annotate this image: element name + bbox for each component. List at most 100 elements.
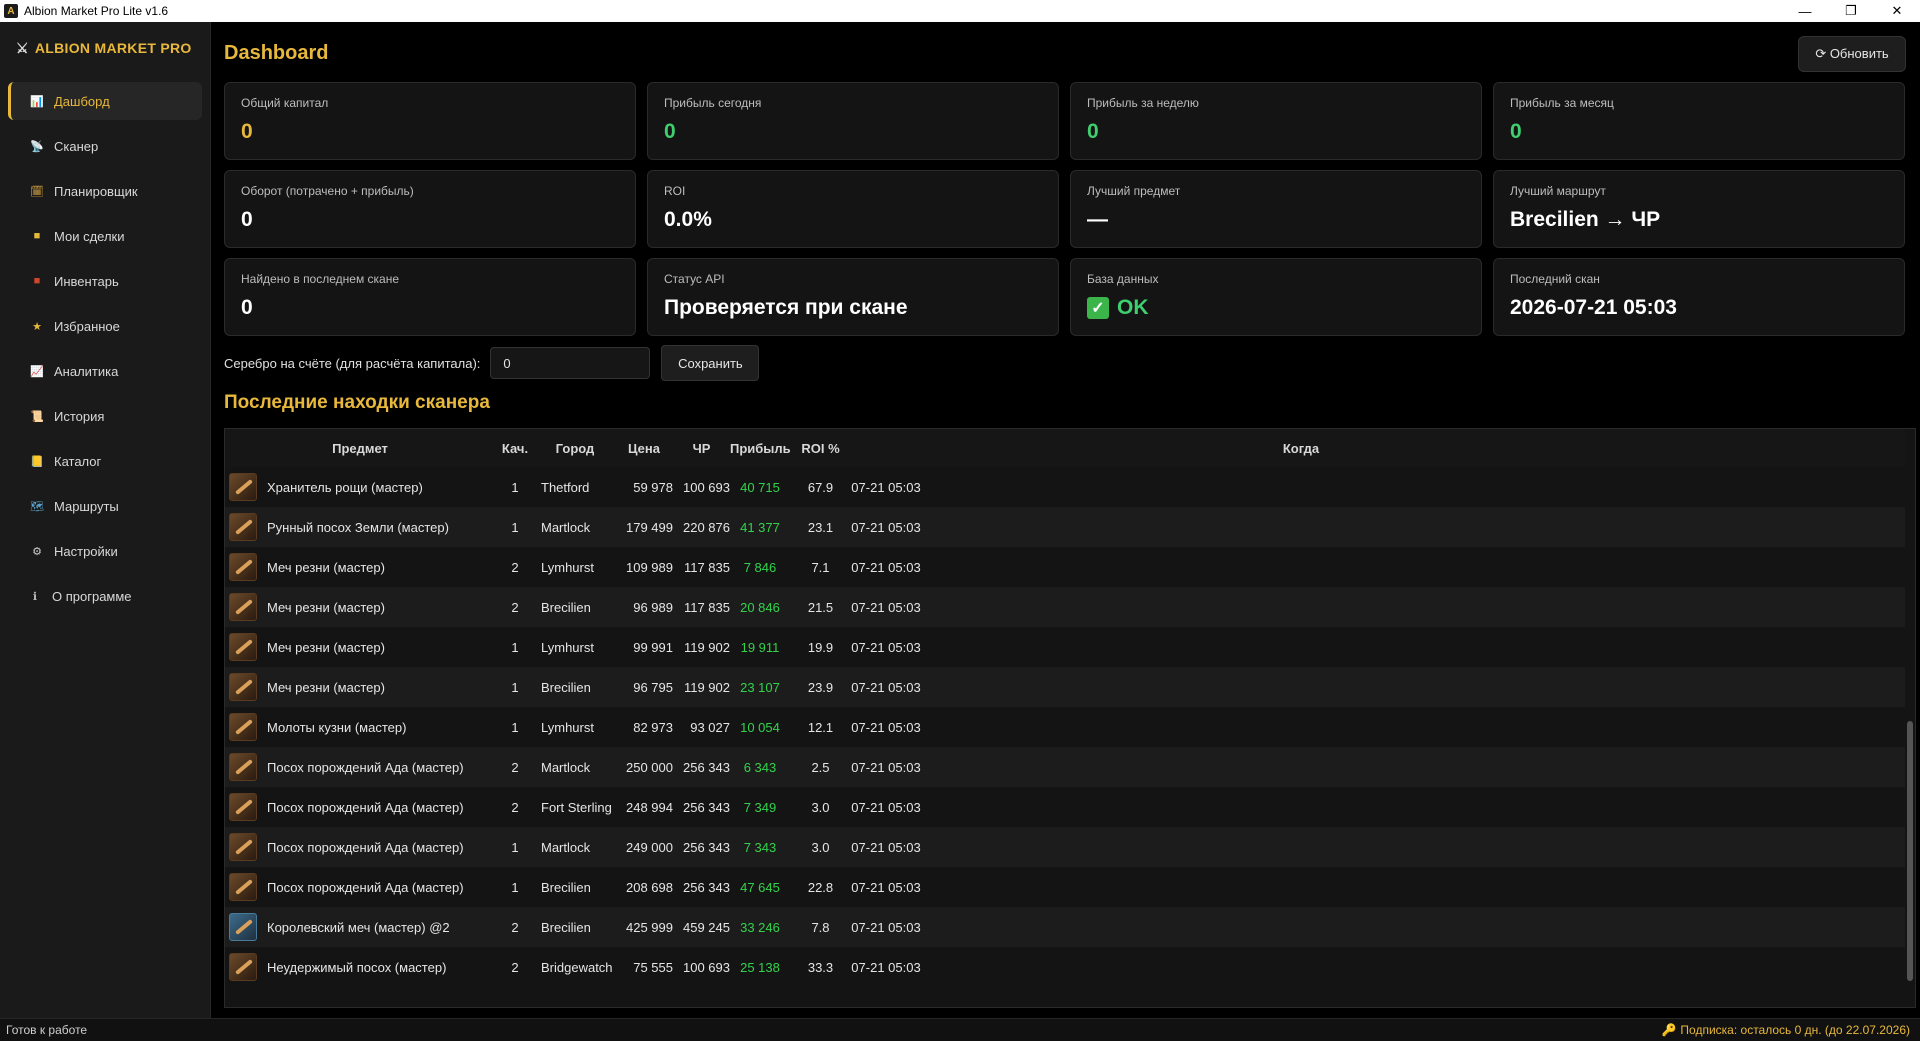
sidebar-item-history[interactable]: 📜 История: [8, 397, 202, 435]
column-header-price[interactable]: Цена: [615, 441, 673, 456]
cell-quality: 1: [511, 519, 519, 535]
cell-when: 07-21 05:03: [851, 719, 921, 735]
table-scrollbar[interactable]: [1905, 429, 1915, 1007]
save-button[interactable]: Сохранить: [661, 345, 760, 381]
stat-card-value: 0: [241, 296, 619, 320]
maximize-button[interactable]: ❐: [1828, 0, 1874, 22]
analytics-icon: 📈: [30, 365, 44, 378]
cell-profit: 41 377: [740, 519, 780, 535]
table-row[interactable]: Меч резни (мастер) 1 Brecilien 96 795 119 90…: [225, 667, 1915, 707]
column-header-profit[interactable]: Прибыль: [730, 441, 791, 456]
sidebar-item-analytics[interactable]: 📈 Аналитика: [8, 352, 202, 390]
window-title: Albion Market Pro Lite v1.6: [24, 4, 169, 18]
sidebar-item-label: Инвентарь: [54, 273, 119, 289]
favorites-icon: ★: [32, 320, 42, 333]
table-row[interactable]: Меч резни (мастер) 1 Lymhurst 99 991 119 902…: [225, 627, 1915, 667]
cell-black-market-price: 256 343: [683, 759, 730, 775]
stat-card-value-text: 0: [241, 208, 253, 231]
sidebar-item-label: Каталог: [54, 453, 102, 469]
brand-label: ALBION MARKET PRO: [34, 40, 192, 56]
table-row[interactable]: Посох порождений Ада (мастер) 1 Brecilien 2…: [225, 867, 1915, 907]
sidebar-item-catalog[interactable]: 📒 Каталог: [8, 442, 202, 480]
sidebar-item-label: Настройки: [54, 543, 118, 559]
stat-card: Статус API Проверяется при скане: [647, 258, 1059, 336]
table-row[interactable]: Королевский меч (мастер) @2 2 Brecilien 425…: [225, 907, 1915, 947]
cell-item-name: Королевский меч (мастер) @2: [225, 913, 495, 941]
column-header-item[interactable]: Предмет: [225, 441, 495, 456]
cell-price: 249 000: [626, 839, 673, 855]
cell-item-name: Меч резни (мастер): [225, 673, 495, 701]
column-header-roi[interactable]: ROI %: [790, 441, 851, 456]
stat-card: Найдено в последнем скане 0: [224, 258, 636, 336]
scroll-thumb[interactable]: [1907, 721, 1913, 981]
item-label: Хранитель рощи (мастер): [267, 479, 423, 495]
sidebar-item-label: Дашборд: [54, 93, 110, 109]
table-row[interactable]: Посох порождений Ада (мастер) 2 Fort Sterl…: [225, 787, 1915, 827]
cell-profit: 40 715: [740, 479, 780, 495]
table-row[interactable]: Посох порождений Ада (мастер) 2 Martlock 25…: [225, 747, 1915, 787]
column-header-black-market[interactable]: ЧР: [673, 441, 730, 456]
item-icon: [229, 673, 257, 701]
table-row[interactable]: Меч резни (мастер) 2 Lymhurst 109 989 117 83…: [225, 547, 1915, 587]
sidebar-item-scanner[interactable]: 📡 Сканер: [8, 127, 202, 165]
stat-card-value: 0: [241, 208, 619, 232]
cell-roi: 23.9: [807, 679, 834, 695]
cell-city: Brecilien: [541, 679, 591, 695]
key-icon: 🔑: [1661, 1023, 1677, 1037]
stat-card-value: 0: [1087, 120, 1465, 144]
table-row[interactable]: Молоты кузни (мастер) 1 Lymhurst 82 973 93 0…: [225, 707, 1915, 747]
stat-card-value-text: Brecilien → ЧР: [1510, 208, 1661, 231]
close-button[interactable]: ✕: [1874, 0, 1920, 22]
cell-city: Martlock: [541, 519, 591, 535]
sidebar-item-dashboard[interactable]: 📊 Дашборд: [8, 82, 202, 120]
table-row[interactable]: Неудержимый посох (мастер) 2 Bridgewatch 75…: [225, 947, 1915, 987]
sidebar-item-inventory[interactable]: ■ Инвентарь: [8, 262, 202, 300]
cell-quality: 2: [511, 759, 519, 775]
sidebar-item-routes[interactable]: 🗺 Маршруты: [8, 487, 202, 525]
stat-card: Лучший маршрут Brecilien → ЧР: [1493, 170, 1905, 248]
cell-quality: 1: [511, 719, 519, 735]
stat-card-value-text: Проверяется при скане: [664, 296, 908, 319]
cell-item-name: Посох порождений Ада (мастер): [225, 793, 495, 821]
sidebar-item-settings[interactable]: ⚙ Настройки: [8, 532, 202, 570]
cell-when: 07-21 05:03: [851, 919, 921, 935]
table-row[interactable]: Меч резни (мастер) 2 Brecilien 96 989 117 83…: [225, 587, 1915, 627]
sidebar-item-favorites[interactable]: ★ Избранное: [8, 307, 202, 345]
stats-cards: Общий капитал 0 Прибыль сегодня 0 Прибыль за…: [224, 82, 1907, 336]
inventory-icon: ■: [33, 275, 41, 287]
sidebar-item-label: История: [54, 408, 105, 424]
column-header-quality[interactable]: Кач.: [495, 441, 535, 456]
cell-city: Martlock: [541, 759, 591, 775]
column-header-when[interactable]: Когда: [851, 441, 1751, 456]
sidebar-item-label: Сканер: [54, 138, 99, 154]
stat-card-value: 0: [664, 120, 1042, 144]
table-row[interactable]: Посох порождений Ада (мастер) 1 Martlock 24…: [225, 827, 1915, 867]
findings-table[interactable]: Предмет Кач. Город Цена ЧР Прибыль ROI %…: [224, 428, 1916, 1008]
table-row[interactable]: Рунный посох Земли (мастер) 1 Martlock 179 …: [225, 507, 1915, 547]
stat-card-value-text: 0: [1087, 120, 1099, 143]
column-header-city[interactable]: Город: [535, 441, 615, 456]
silver-input[interactable]: [490, 347, 651, 379]
refresh-button[interactable]: ⟳ Обновить: [1798, 36, 1906, 72]
item-label: Меч резни (мастер): [267, 679, 385, 695]
sidebar-item-label: Мои сделки: [54, 228, 125, 244]
stat-card-value-text: 0: [241, 296, 253, 319]
cell-item-name: Рунный посох Земли (мастер): [225, 513, 495, 541]
item-label: Посох порождений Ада (мастер): [267, 839, 464, 855]
sidebar-item-info[interactable]: ℹ О программе: [8, 577, 202, 615]
sidebar-item-deals[interactable]: ■ Мои сделки: [8, 217, 202, 255]
item-label: Посох порождений Ада (мастер): [267, 759, 464, 775]
table-row[interactable]: Хранитель рощи (мастер) 1 Thetford 59 978 10…: [225, 467, 1915, 507]
stat-card: Общий капитал 0: [224, 82, 636, 160]
stat-card-label: Общий капитал: [241, 96, 329, 110]
sidebar-item-label: Аналитика: [54, 363, 119, 379]
sidebar-item-planner[interactable]: 🗓 Планировщик: [8, 172, 202, 210]
minimize-button[interactable]: —: [1782, 0, 1828, 22]
stat-card-value-text: 0: [241, 120, 253, 143]
cell-black-market-price: 93 027: [690, 719, 730, 735]
cell-when: 07-21 05:03: [851, 599, 921, 615]
cell-black-market-price: 117 835: [683, 599, 730, 615]
cell-roi: 22.8: [807, 879, 834, 895]
scanner-icon: 📡: [30, 140, 44, 153]
cell-profit: 33 246: [740, 919, 780, 935]
